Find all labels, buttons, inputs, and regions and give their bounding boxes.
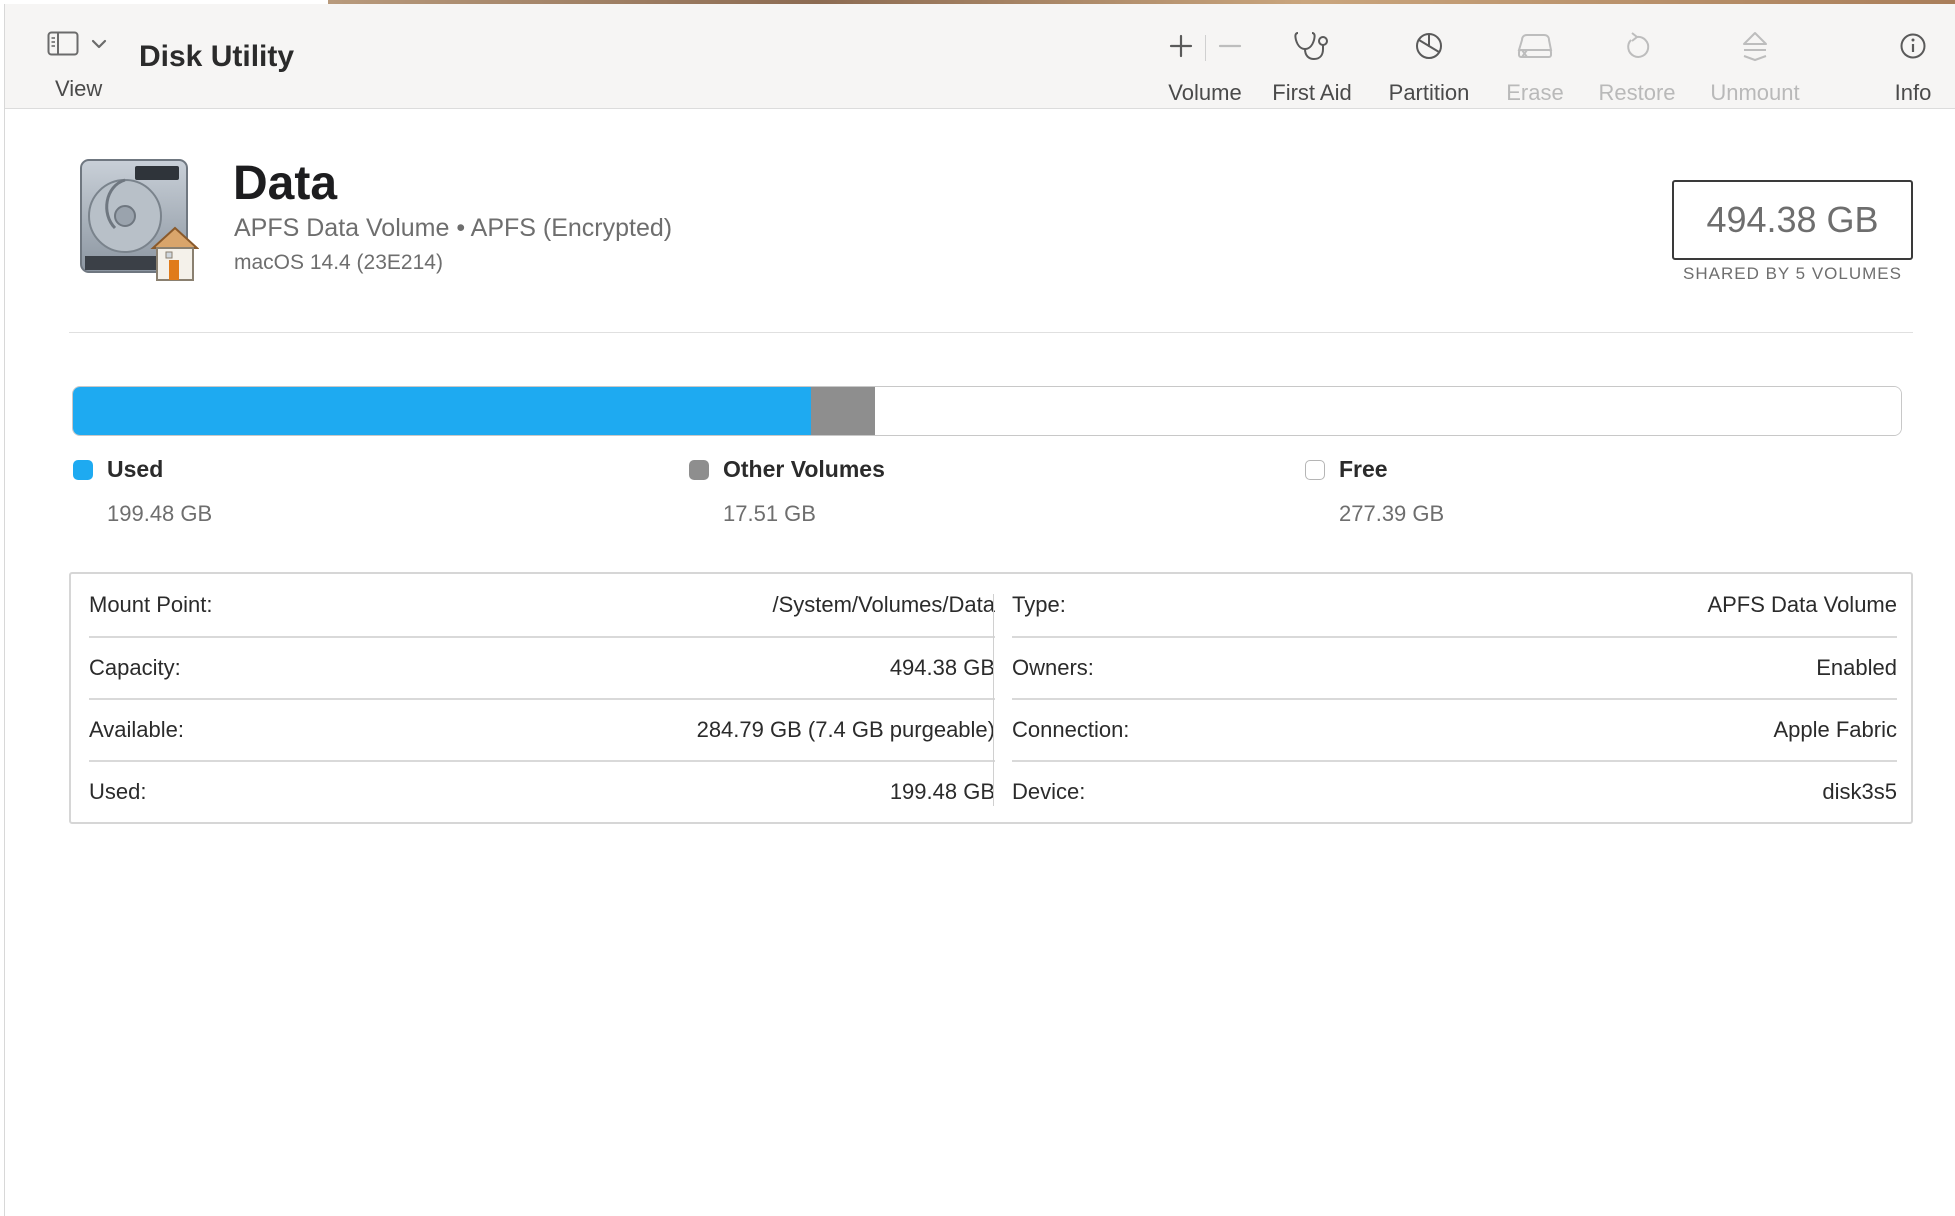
volume-os-version: macOS 14.4 (23E214): [234, 251, 443, 274]
info-key: Mount Point:: [89, 592, 213, 617]
first-aid-button[interactable]: First Aid: [1267, 26, 1357, 106]
erase-drive-icon: [1516, 32, 1554, 65]
chevron-down-icon[interactable]: [91, 37, 107, 55]
header-divider: [69, 332, 1913, 333]
internal-disk-home-icon: [75, 156, 200, 286]
info-value: 199.48 GB: [889, 779, 995, 804]
info-row-capacity: Capacity: 494.38 GB: [89, 636, 995, 698]
info-circle-icon: [1899, 32, 1927, 65]
storage-usage-bar: [72, 386, 1902, 436]
volume-label: Volume: [1168, 80, 1242, 105]
view-menu-button[interactable]: View: [47, 30, 127, 101]
info-key: Used:: [89, 779, 147, 804]
info-key: Type:: [1012, 592, 1066, 617]
total-size-box: 494.38 GB: [1672, 180, 1913, 260]
legend-other-volumes: Other Volumes 17.51 GB: [689, 456, 885, 527]
info-column-left: Mount Point: /System/Volumes/Data Capaci…: [89, 574, 995, 822]
restore-label: Restore: [1598, 80, 1676, 105]
info-value: 284.79 GB (7.4 GB purgeable): [696, 717, 995, 742]
info-label: Info: [1894, 80, 1932, 105]
volume-separator: [1204, 35, 1206, 61]
info-key: Available:: [89, 717, 184, 742]
usage-segment-other: [810, 387, 876, 435]
info-value: /System/Volumes/Data: [772, 592, 995, 617]
info-row-available: Available: 284.79 GB (7.4 GB purgeable): [89, 698, 995, 760]
partition-button[interactable]: Partition: [1382, 26, 1476, 106]
legend-swatch-free: [1305, 459, 1325, 480]
info-row-connection: Connection: Apple Fabric: [1012, 698, 1897, 760]
eject-icon: [1741, 30, 1769, 67]
info-row-used: Used: 199.48 GB: [89, 760, 995, 822]
volume-subtitle: APFS Data Volume • APFS (Encrypted): [234, 214, 673, 242]
minus-icon[interactable]: [1218, 34, 1242, 63]
info-row-type: Type: APFS Data Volume: [1012, 574, 1897, 636]
legend-value-free: 277.39 GB: [1339, 501, 1445, 526]
unmount-button[interactable]: Unmount: [1705, 26, 1805, 106]
usage-segment-used: [73, 387, 811, 435]
legend-swatch-other: [689, 459, 709, 480]
info-row-owners: Owners: Enabled: [1012, 636, 1897, 698]
info-row-device: Device: disk3s5: [1012, 760, 1897, 822]
info-key: Connection:: [1012, 717, 1130, 742]
disk-utility-window: View Disk Utility Volume First Aid Parti…: [4, 4, 1955, 1216]
restore-arrow-icon: [1623, 31, 1651, 66]
volume-info-table: Mount Point: /System/Volumes/Data Capaci…: [69, 572, 1913, 824]
info-value: 494.38 GB: [889, 655, 995, 680]
legend-value-other: 17.51 GB: [723, 501, 816, 526]
erase-button[interactable]: Erase: [1501, 26, 1569, 106]
volume-tool-group: Volume: [1155, 26, 1255, 106]
stethoscope-icon: [1293, 30, 1331, 67]
info-key: Owners:: [1012, 655, 1094, 680]
info-value: Enabled: [1816, 655, 1897, 680]
shared-volumes-note: SHARED BY 5 VOLUMES: [1683, 264, 1902, 283]
legend-label-free: Free: [1339, 456, 1388, 482]
info-button[interactable]: Info: [1885, 26, 1941, 106]
sidebar-toggle-icon[interactable]: [47, 31, 79, 62]
plus-icon[interactable]: [1169, 34, 1193, 63]
info-value: APFS Data Volume: [1707, 592, 1897, 617]
legend-value-used: 199.48 GB: [107, 501, 213, 526]
first-aid-label: First Aid: [1272, 80, 1352, 105]
legend-used: Used 199.48 GB: [73, 456, 212, 527]
info-key: Device:: [1012, 779, 1086, 804]
info-column-divider: [993, 594, 994, 806]
erase-label: Erase: [1506, 80, 1564, 105]
legend-free: Free 277.39 GB: [1305, 456, 1444, 527]
view-label: View: [55, 76, 103, 101]
legend-swatch-used: [73, 459, 93, 480]
partition-label: Partition: [1388, 80, 1470, 105]
info-value: Apple Fabric: [1773, 717, 1897, 742]
legend-label-used: Used: [107, 456, 164, 482]
toolbar: View Disk Utility Volume First Aid Parti…: [5, 4, 1955, 109]
info-value: disk3s5: [1822, 779, 1897, 804]
legend-label-other: Other Volumes: [723, 456, 885, 482]
info-column-right: Type: APFS Data Volume Owners: Enabled C…: [1012, 574, 1897, 822]
app-title: Disk Utility: [139, 40, 295, 73]
usage-segment-free: [875, 387, 1901, 435]
restore-button[interactable]: Restore: [1595, 26, 1679, 106]
info-row-mount-point: Mount Point: /System/Volumes/Data: [89, 574, 995, 636]
info-key: Capacity:: [89, 655, 181, 680]
volume-name: Data: [233, 157, 338, 210]
unmount-label: Unmount: [1710, 80, 1800, 105]
pie-chart-icon: [1414, 31, 1444, 66]
